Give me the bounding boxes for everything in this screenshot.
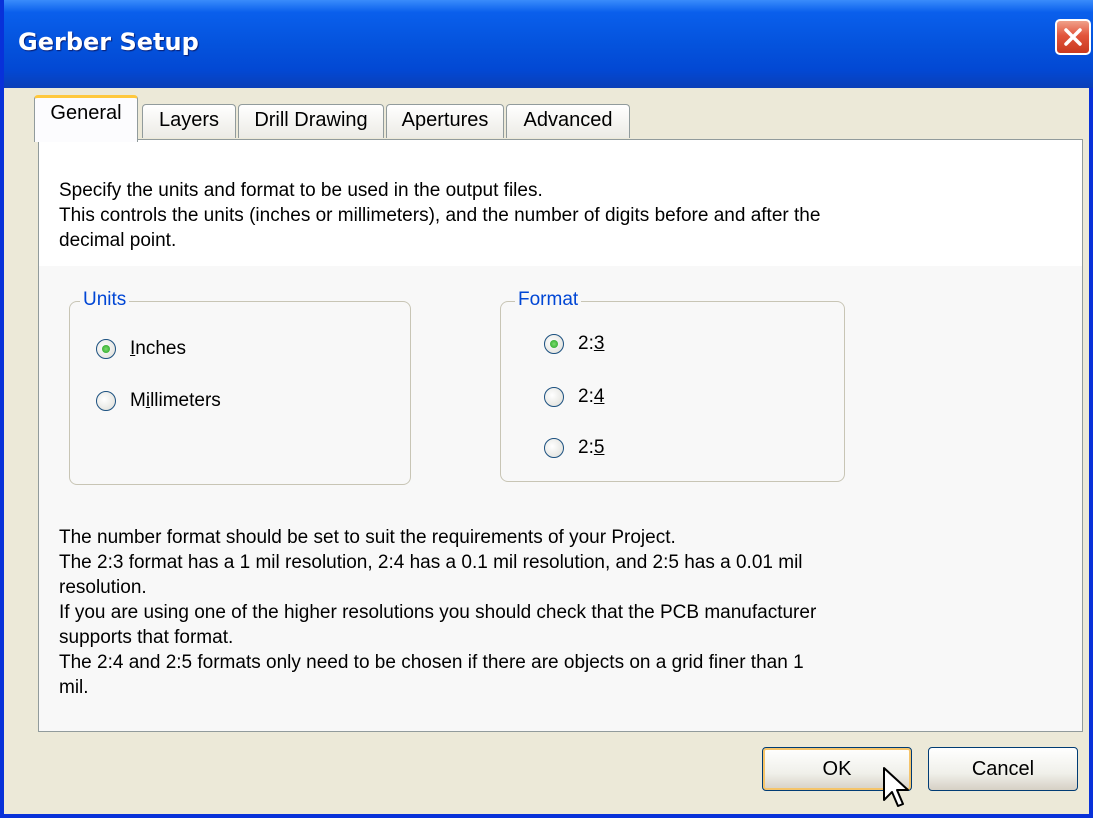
tab-general[interactable]: General — [34, 95, 138, 142]
tab-layers[interactable]: Layers — [142, 104, 236, 138]
radio-button-format-2-4[interactable] — [544, 387, 564, 407]
close-icon — [1064, 28, 1082, 46]
tab-apertures[interactable]: Apertures — [386, 104, 504, 138]
mouse-cursor-icon — [883, 767, 909, 807]
tab-drill-drawing-label: Drill Drawing — [254, 109, 368, 131]
radio-format-2-5[interactable]: 2:5 — [544, 437, 604, 459]
note-line-2: The 2:3 format has a 1 mil resolution, 2… — [59, 552, 803, 573]
note-line-6: The 2:4 and 2:5 formats only need to be … — [59, 652, 804, 673]
radio-format-2-3[interactable]: 2:3 — [544, 333, 604, 355]
cancel-button[interactable]: Cancel — [928, 747, 1078, 791]
radio-button-millimeters[interactable] — [96, 391, 116, 411]
note-line-5: supports that format. — [59, 627, 234, 648]
tab-advanced-label: Advanced — [523, 109, 613, 131]
tab-apertures-label: Apertures — [401, 109, 489, 131]
intro-line-2: This controls the units (inches or milli… — [59, 205, 821, 226]
units-group-label: Units — [80, 289, 130, 311]
radio-button-format-2-3[interactable] — [544, 334, 564, 354]
tab-layers-label: Layers — [158, 109, 220, 131]
gerber-setup-dialog: Gerber Setup General Layers Drill Drawin… — [0, 0, 1093, 818]
tab-advanced[interactable]: Advanced — [506, 104, 630, 138]
millimeters-label: Millimeters — [130, 390, 221, 411]
tab-general-label: General — [50, 102, 122, 124]
tab-drill-drawing[interactable]: Drill Drawing — [238, 104, 384, 138]
units-group: Units Inches Millimeters — [69, 289, 411, 485]
radio-format-2-4[interactable]: 2:4 — [544, 386, 604, 408]
radio-millimeters[interactable]: Millimeters — [96, 390, 221, 412]
window-title: Gerber Setup — [18, 28, 199, 56]
format-group: Format 2:3 2:4 2:5 — [500, 289, 845, 482]
format-notes: The number format should be set to suit … — [59, 525, 816, 700]
radio-inches[interactable]: Inches — [96, 338, 186, 360]
note-line-4: If you are using one of the higher resol… — [59, 602, 817, 623]
intro-line-3: decimal point. — [59, 230, 177, 251]
note-line-7: mil. — [59, 677, 89, 698]
title-bar[interactable]: Gerber Setup — [4, 0, 1093, 88]
format-2-3-label: 2:3 — [578, 333, 605, 354]
intro-line-1: Specify the units and format to be used … — [59, 180, 543, 201]
inches-label: Inches — [130, 338, 186, 359]
radio-selected-dot — [102, 345, 110, 353]
close-button[interactable] — [1055, 19, 1091, 55]
format-2-4-label: 2:4 — [578, 386, 605, 407]
format-group-label: Format — [515, 289, 582, 311]
radio-selected-dot — [550, 340, 558, 348]
note-line-3: resolution. — [59, 577, 147, 598]
intro-text: Specify the units and format to be used … — [59, 178, 820, 253]
general-tab-panel: Specify the units and format to be used … — [38, 139, 1083, 732]
note-line-1: The number format should be set to suit … — [59, 527, 676, 548]
format-2-5-label: 2:5 — [578, 437, 605, 458]
radio-button-inches[interactable] — [96, 339, 116, 359]
radio-button-format-2-5[interactable] — [544, 438, 564, 458]
